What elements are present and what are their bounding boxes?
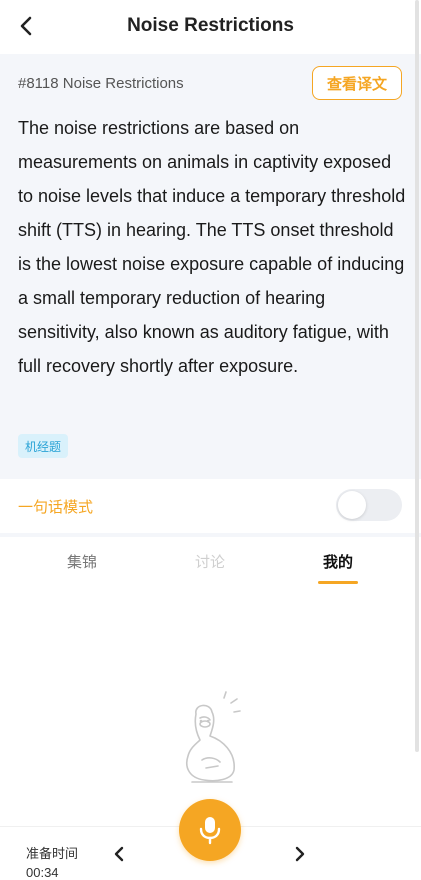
chevron-left-icon — [114, 846, 124, 862]
tab-highlights[interactable]: 集锦 — [42, 551, 122, 572]
prep-time-label: 准备时间 — [26, 846, 79, 861]
prep-time-value: 00:34 — [26, 865, 59, 880]
chevron-right-icon — [295, 846, 305, 862]
active-tab-indicator — [318, 581, 358, 584]
header: Noise Restrictions — [0, 0, 421, 54]
page-title: Noise Restrictions — [127, 15, 294, 36]
sentence-mode-row: 一句话模式 — [0, 479, 421, 533]
sentence-mode-toggle[interactable] — [336, 489, 402, 521]
tab-bar: 集锦 讨论 我的 — [0, 537, 421, 589]
sentence-mode-label: 一句话模式 — [18, 499, 94, 516]
question-card: #8118 Noise Restrictions 查看译文 The noise … — [0, 54, 421, 479]
scrollbar[interactable] — [415, 0, 419, 752]
tab-mine[interactable]: 我的 — [298, 551, 378, 572]
question-passage: The noise restrictions are based on meas… — [18, 118, 406, 376]
question-id: #8118 Noise Restrictions — [18, 75, 184, 92]
toggle-knob — [338, 491, 366, 519]
view-translation-button[interactable]: 查看译文 — [312, 66, 402, 100]
question-tag: 机经题 — [18, 434, 69, 458]
microphone-icon — [199, 817, 221, 845]
empty-state-duck-icon — [186, 691, 241, 783]
previous-question-button[interactable] — [108, 843, 130, 865]
next-question-button[interactable] — [289, 843, 311, 865]
tab-discussion[interactable]: 讨论 — [170, 551, 250, 572]
record-button[interactable] — [179, 799, 241, 861]
